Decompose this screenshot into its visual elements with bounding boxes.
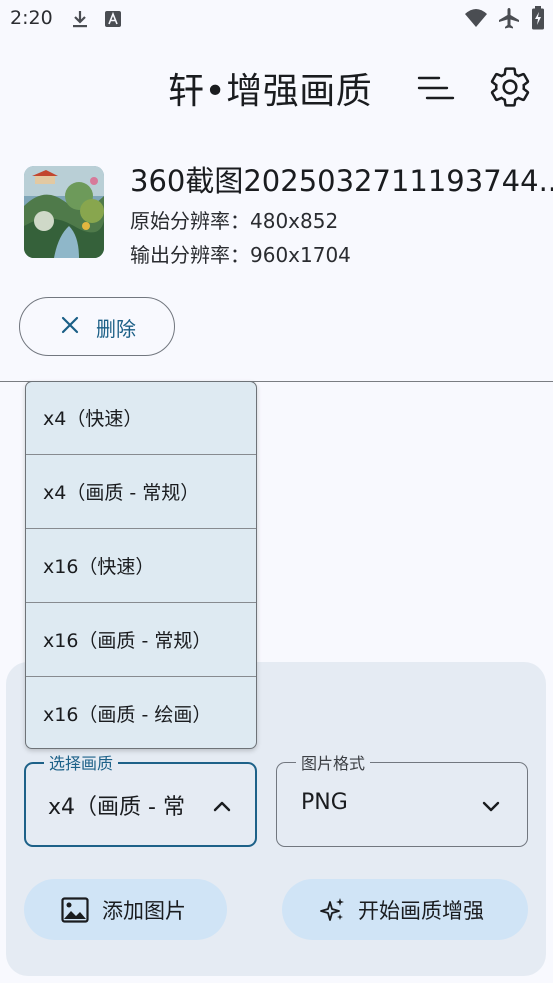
add-image-label: 添加图片 [102, 899, 186, 923]
quality-option-label: x16（画质 - 常规） [43, 630, 212, 652]
settings-button[interactable] [487, 64, 533, 110]
quality-option[interactable]: x4（快速） [26, 382, 256, 455]
quality-option-label: x4（画质 - 常规） [43, 482, 200, 504]
download-icon [73, 11, 87, 28]
app-notification-icon [105, 11, 121, 27]
quality-option-label: x16（画质 - 绘画） [43, 704, 212, 726]
image-icon [61, 897, 89, 923]
page-title: 轩•增强画质 [168, 71, 373, 112]
start-enhance-label: 开始画质增强 [358, 899, 484, 923]
format-select-label: 图片格式 [296, 750, 371, 774]
status-bar: 2:20 [0, 0, 553, 38]
start-enhance-button[interactable]: 开始画质增强 [282, 879, 528, 940]
wifi-icon [465, 9, 487, 27]
quality-option-label: x4（快速） [43, 408, 143, 430]
chevron-up-icon[interactable] [210, 794, 234, 818]
status-time: 2:20 [10, 7, 53, 29]
quality-select-value: x4（画质 - 常规） [48, 795, 184, 820]
image-thumbnail [24, 166, 104, 258]
delete-button[interactable]: 删除 [19, 297, 175, 356]
gear-icon [490, 67, 530, 107]
quality-dropdown-menu: x4（快速） x4（画质 - 常规） x16（快速） x16（画质 - 常规） … [25, 381, 257, 749]
quality-option[interactable]: x4（画质 - 常规） [26, 456, 256, 529]
quality-select-label: 选择画质 [44, 750, 119, 774]
image-filename: 360截图2025032711193744... [130, 164, 553, 198]
close-icon [61, 316, 79, 334]
quality-option[interactable]: x16（画质 - 绘画） [26, 678, 256, 748]
quality-option[interactable]: x16（画质 - 常规） [26, 604, 256, 677]
quality-option-label: x16（快速） [43, 556, 155, 578]
battery-icon [532, 6, 544, 30]
quality-option[interactable]: x16（快速） [26, 530, 256, 603]
sort-menu-icon [417, 76, 455, 100]
sparkle-icon [320, 898, 344, 921]
airplane-mode-icon [499, 8, 519, 29]
chevron-down-icon[interactable] [479, 794, 503, 818]
format-select-value: PNG [301, 790, 348, 815]
original-resolution: 原始分辨率：480x852 [130, 209, 339, 233]
delete-button-label: 删除 [96, 317, 136, 341]
output-resolution: 输出分辨率：960x1704 [130, 243, 351, 267]
menu-button[interactable] [415, 66, 459, 110]
add-image-button[interactable]: 添加图片 [24, 879, 227, 940]
